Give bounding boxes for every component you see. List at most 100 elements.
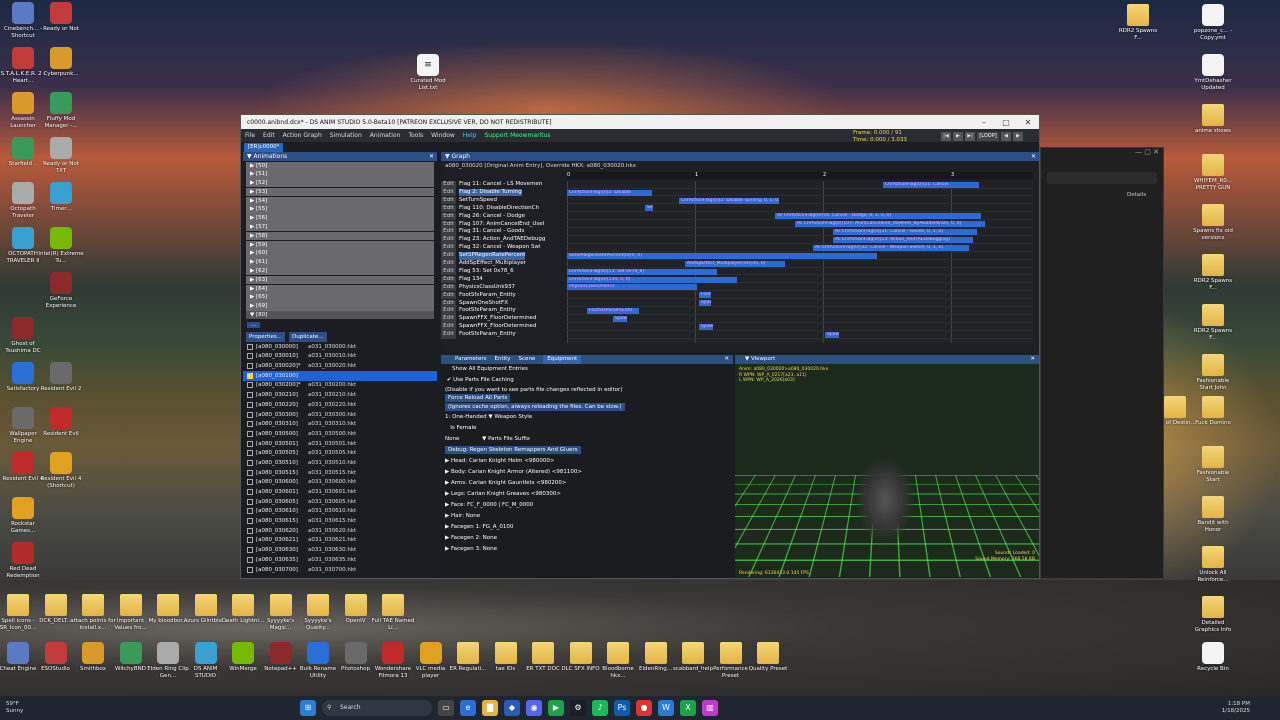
desktop-icon[interactable]: Cyberpunk...: [38, 47, 84, 78]
event-lane[interactable]: PhysicsClassUnk937: [567, 284, 1033, 292]
close-icon[interactable]: ✕: [1030, 355, 1035, 364]
track-row[interactable]: Edit PhysicsClassUnk937: [441, 283, 561, 292]
edit-button[interactable]: Edit: [441, 212, 456, 221]
event-block[interactable]: Spaw: [699, 323, 713, 330]
menu-item[interactable]: Tools: [408, 132, 423, 139]
tab-equipment[interactable]: Equipment: [543, 355, 582, 364]
track-row[interactable]: Edit FootSfxParam_Entity: [441, 307, 561, 315]
checkbox[interactable]: [247, 450, 253, 457]
animation-group[interactable]: ▶ [65]: [246, 293, 434, 302]
event-lane[interactable]: Spaw: [567, 300, 1033, 308]
animation-file-row[interactable]: [a080_030635] a031_030635.hkt: [243, 555, 437, 565]
event-block[interactable]: Ac ChrActionFlag(0)[26: Cancel - Dodge, …: [775, 213, 981, 220]
desktop-icon[interactable]: Spawns fix old versions: [1190, 204, 1236, 241]
edit-button[interactable]: Edit: [441, 181, 456, 189]
event-lane[interactable]: Ac ChrActionFlag(0)[23: Action_AndTAEDeb…: [567, 236, 1033, 244]
edit-button[interactable]: Edit: [441, 307, 456, 315]
edit-button[interactable]: Edit: [441, 236, 456, 244]
edit-button[interactable]: Edit: [441, 275, 456, 284]
animation-file-row[interactable]: [a080_030515] a031_030515.hkt: [243, 468, 437, 478]
loop-button[interactable]: [LOOP]: [977, 132, 999, 141]
clock[interactable]: 1:18 PM 1/18/2025: [1222, 701, 1250, 715]
edit-button[interactable]: Edit: [441, 228, 456, 236]
track-row[interactable]: Edit Flag 31: Cancel - Goods: [441, 228, 561, 236]
track-row[interactable]: Edit Flag 134: [441, 275, 561, 284]
track-row[interactable]: Edit SpawnFFX_FloorDetermined: [441, 315, 561, 323]
menu-item[interactable]: Animation: [370, 132, 401, 139]
desktop-icon[interactable]: Timer...: [38, 182, 84, 213]
desktop-icon[interactable]: Unlock All Reinforce...: [1190, 546, 1236, 583]
event-block[interactable]: Spaw: [699, 300, 711, 307]
checkbox[interactable]: [247, 401, 253, 408]
timeline-ruler[interactable]: 0 1 2 3: [567, 172, 1033, 179]
event-lane[interactable]: ChrActionFlag(0)[2: Disable Turning, 0, …: [567, 197, 1033, 205]
event-lane[interactable]: SetSPRegenRatePercent(0)[0, 0]: [567, 252, 1033, 260]
word-icon[interactable]: W: [658, 700, 674, 716]
animation-file-row[interactable]: [a080_030300] a031_030300.hkt: [243, 410, 437, 420]
track-row[interactable]: Edit Flag 110: DisableDirectionCh: [441, 204, 561, 213]
track-row[interactable]: Edit Flag 26: Cancel - Dodge: [441, 212, 561, 221]
equipment-item[interactable]: ▶ Facegen 2: None: [441, 533, 733, 544]
animation-group[interactable]: ▶ [52]: [246, 179, 434, 188]
animation-group[interactable]: ▶ [51]: [246, 170, 434, 179]
event-lane[interactable]: ChrActionFlag(0)[134, 0, 0]: [567, 276, 1033, 284]
is-female-checkbox[interactable]: Is Female: [441, 423, 733, 434]
track-row[interactable]: Edit Flag 11: Cancel - LS Movemen: [441, 181, 561, 189]
duplicate-button[interactable]: Duplicate...: [289, 331, 327, 342]
edit-button[interactable]: Edit: [441, 283, 456, 292]
desktop-icon[interactable]: Resident Evil 4 (Shortcut): [38, 452, 84, 489]
event-block[interactable]: ChrActionFlag(0)[2: Disable: [567, 189, 652, 196]
tab-parameters[interactable]: Parameters: [455, 355, 486, 364]
checkbox[interactable]: [247, 411, 253, 418]
use-parts-checkbox[interactable]: ✔ Use Parts File Caching: [441, 375, 733, 386]
event-lane[interactable]: FootSfxParam(Entit: [567, 307, 1033, 315]
close-icon[interactable]: ✕: [724, 355, 729, 364]
menu-item[interactable]: Simulation: [330, 132, 362, 139]
checkbox[interactable]: [247, 392, 253, 399]
search-box[interactable]: ⚲ Search: [322, 700, 432, 716]
media-icon[interactable]: ▶: [548, 700, 564, 716]
track-row[interactable]: Edit SpawnFFX_FloorDetermined: [441, 323, 561, 331]
checkbox[interactable]: [247, 343, 253, 350]
ds-anim-studio-icon[interactable]: ▥: [702, 700, 718, 716]
checkbox[interactable]: [247, 566, 253, 573]
explorer-icon[interactable]: ▇: [482, 700, 498, 716]
desktop-icon[interactable]: Rockstar Games...: [0, 497, 46, 534]
edit-button[interactable]: Edit: [441, 196, 456, 205]
event-block[interactable]: AddSpEffect_Multiplayer(s4)[45, 0]: [685, 260, 785, 267]
checkbox[interactable]: [247, 469, 253, 476]
desktop-icon[interactable]: Ready or Not TXT: [38, 137, 84, 174]
tab-scene[interactable]: Scene: [519, 355, 536, 364]
desktop-icon[interactable]: anime shows: [1190, 104, 1236, 135]
animation-group[interactable]: ▶ [60]: [246, 249, 434, 258]
event-lanes[interactable]: ChrActionFlag(0)[11: Cancel ChrActionFlag…: [567, 181, 1033, 343]
animation-file-row[interactable]: [a080_030610] a031_030610.hkt: [243, 507, 437, 517]
edit-button[interactable]: Edit: [441, 252, 456, 260]
event-lane[interactable]: Spaw: [567, 331, 1033, 339]
debug-regen-button[interactable]: Debug: Regen Skeleton Remappers And Glue…: [441, 445, 733, 456]
track-row[interactable]: Edit Flag 23: Action_AndTAEDebugg: [441, 236, 561, 244]
event-block[interactable]: PhysicsClassUnk937: [567, 284, 697, 291]
animation-group[interactable]: ▶ [63]: [246, 275, 434, 285]
animation-group[interactable]: ▶ [58]: [246, 231, 434, 241]
equipment-item[interactable]: ▶ Hair: None: [441, 511, 733, 522]
event-block[interactable]: ChrActionFlag(0)[11: Cancel: [883, 181, 979, 188]
next-button[interactable]: ▶: [1013, 132, 1023, 141]
edit-button[interactable]: Edit: [441, 291, 456, 300]
animation-file-row[interactable]: [a080_030620] a031_030620.hkt: [243, 526, 437, 536]
animation-file-row[interactable]: [a080_030501] a031_030501.hkt: [243, 439, 437, 449]
checkbox[interactable]: [247, 508, 253, 515]
event-lane[interactable]: ChrActionFlag(0)[11: Cancel: [567, 181, 1033, 189]
animation-group[interactable]: ▶ [64]: [246, 284, 434, 293]
close-icon[interactable]: ✕: [1031, 152, 1036, 161]
menu-item[interactable]: Action Graph: [283, 132, 322, 139]
event-lane[interactable]: Se: [567, 205, 1033, 213]
minimize-button[interactable]: –: [973, 118, 995, 127]
animation-group[interactable]: ▶ [69]: [246, 302, 434, 311]
equipment-item[interactable]: ▶ Body: Carian Knight Armor (Altered) <9…: [441, 467, 733, 478]
track-row[interactable]: Edit SpawnOneShotFX: [441, 299, 561, 308]
track-row[interactable]: Edit SetTurnSpeed: [441, 196, 561, 205]
app-icon[interactable]: ●: [636, 700, 652, 716]
viewport-pane[interactable]: ▼ Viewport ✕ Anim: a080_030020>a080_03002…: [735, 355, 1039, 577]
photoshop-icon[interactable]: Ps: [614, 700, 630, 716]
